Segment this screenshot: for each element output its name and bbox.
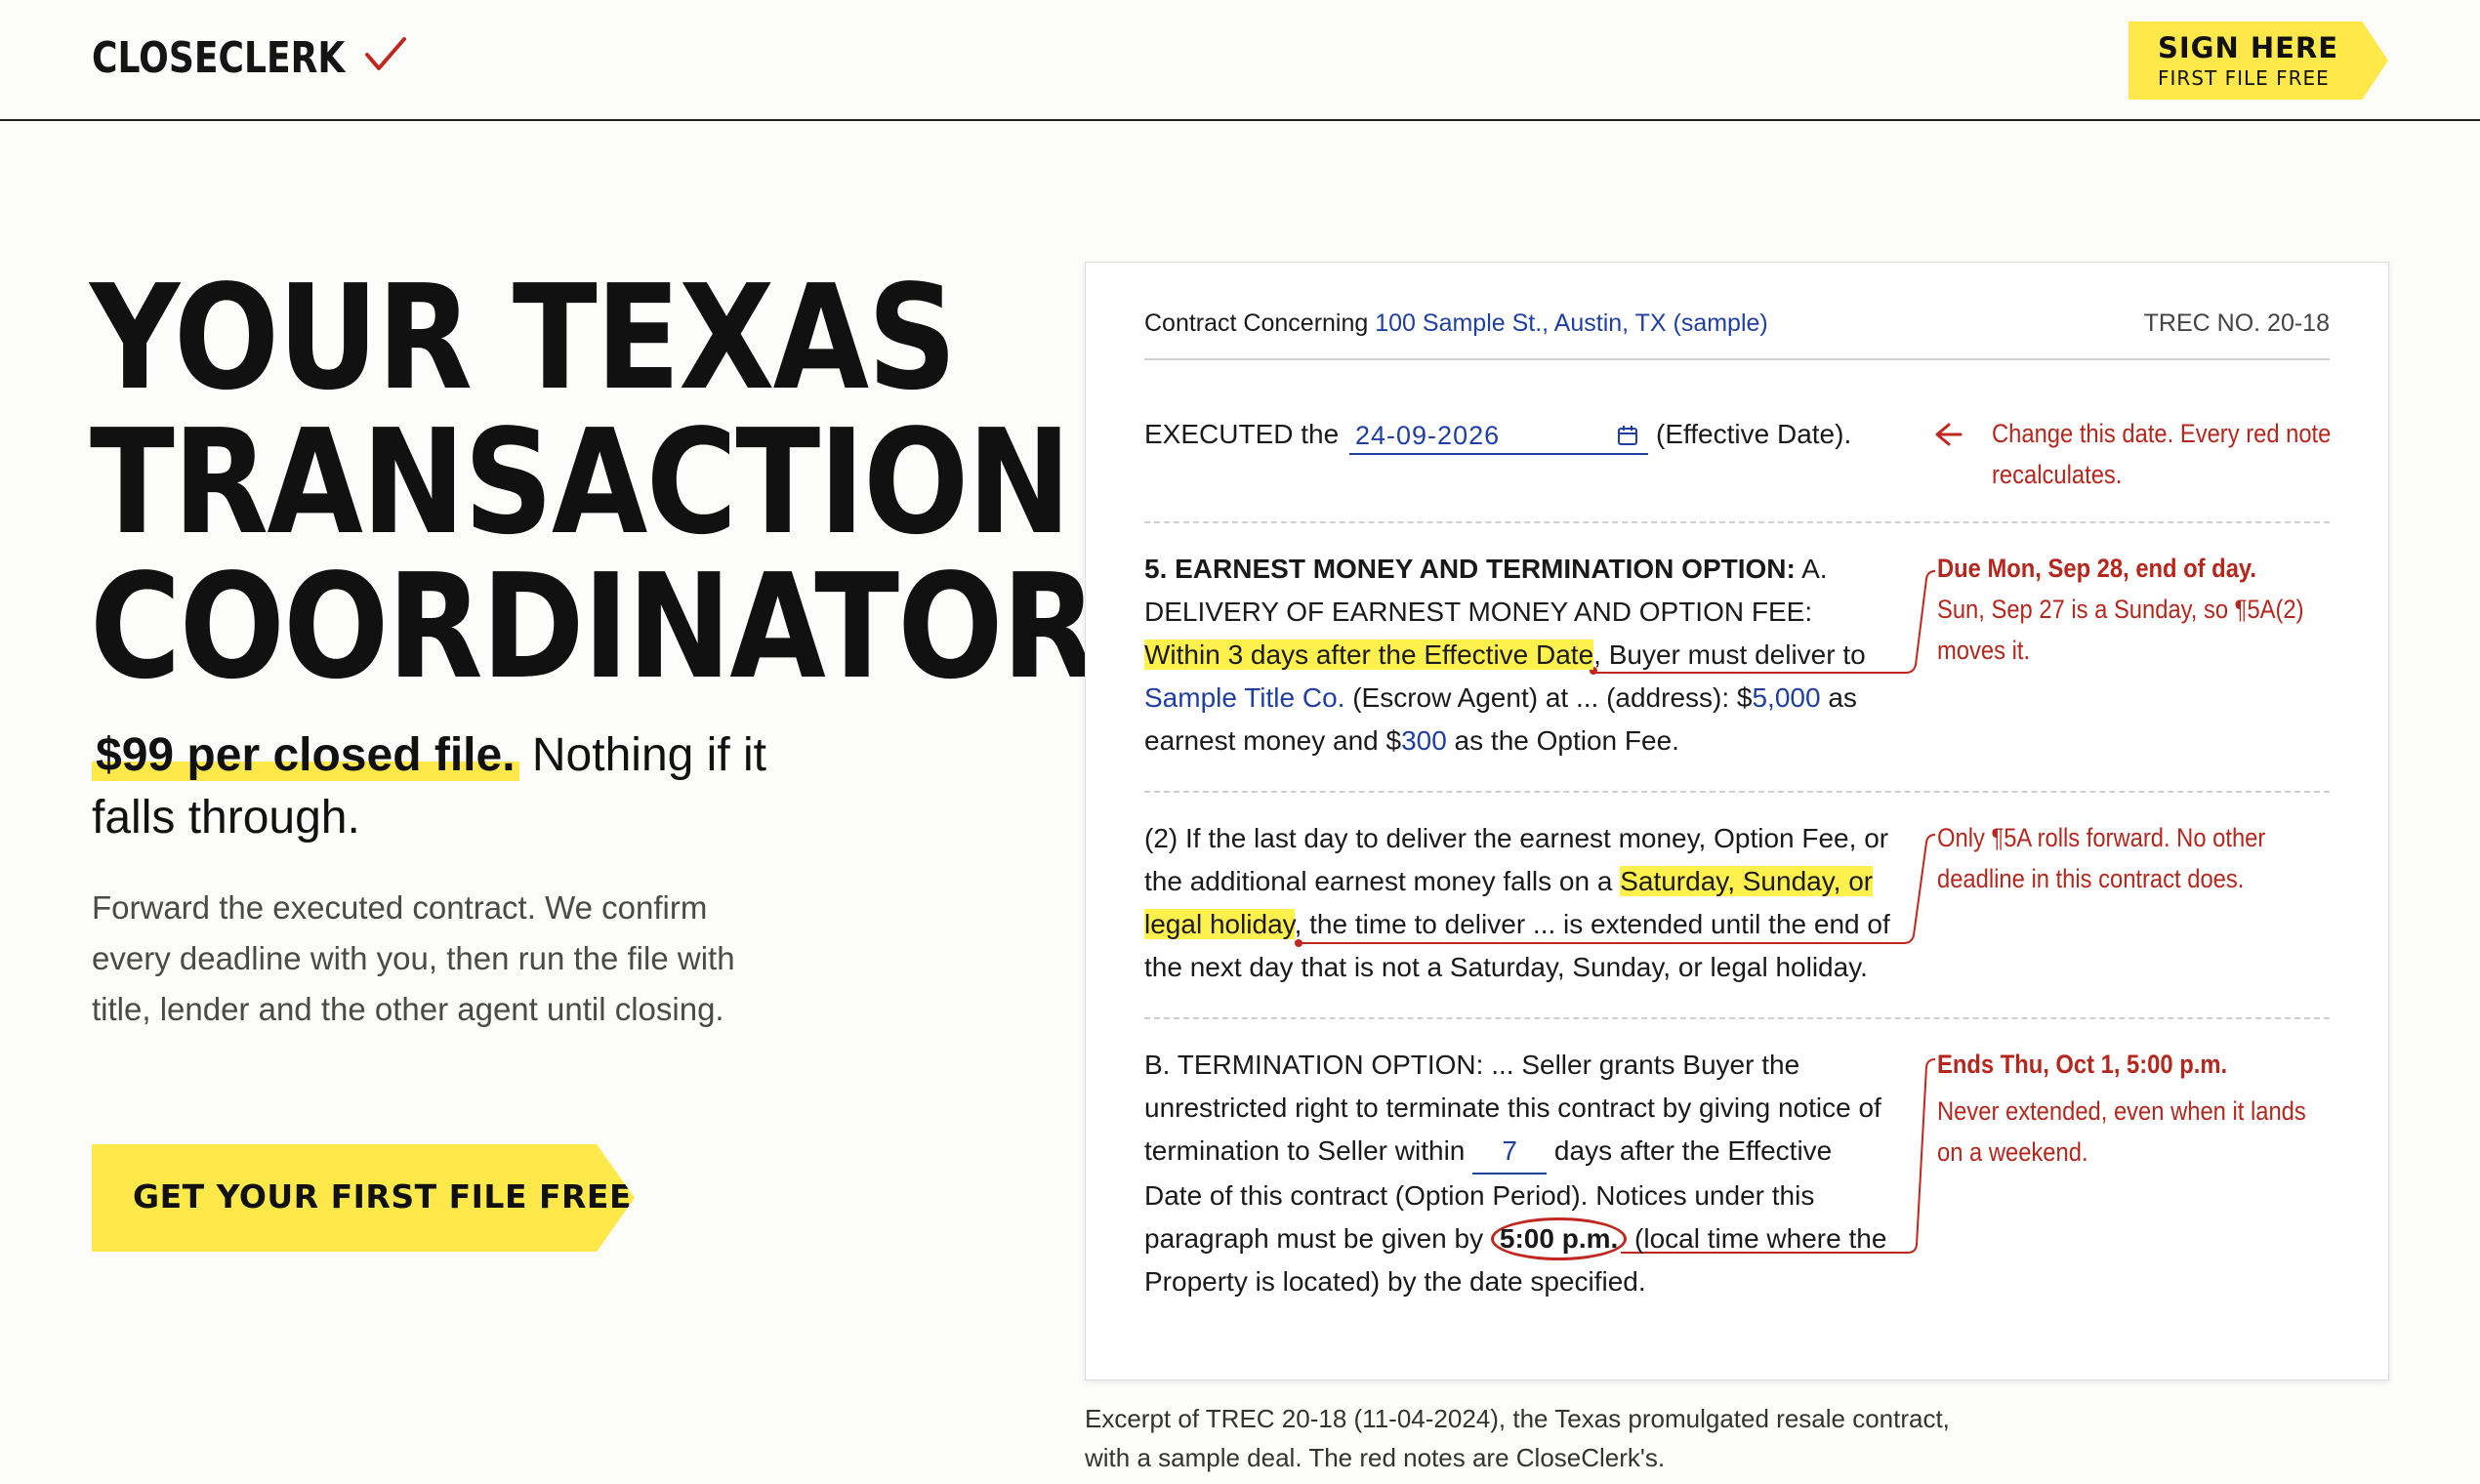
- headline-line: TRANSACTION: [90, 398, 1071, 566]
- term-text: (local time where the: [1627, 1223, 1887, 1254]
- note-due-detail: Sun, Sep 27 is a Sunday, so ¶5A(2) moves…: [1937, 595, 2304, 665]
- note-only-5a: Only ¶5A rolls forward. No other deadlin…: [1937, 823, 2266, 893]
- logo[interactable]: CLOSECLERK: [92, 33, 345, 83]
- term-text: paragraph must be given by: [1144, 1223, 1491, 1254]
- weekend-highlight: Saturday, Sunday, or: [1620, 866, 1874, 896]
- note-ends-bold: Ends Thu, Oct 1, 5:00 p.m.: [1937, 1050, 2228, 1079]
- earnest-amount: 5,000: [1752, 682, 1821, 713]
- sign-here-label: SIGN HERE: [2158, 31, 2339, 64]
- term-line: unrestricted right to terminate this con…: [1144, 1092, 1881, 1123]
- option-fee-text: as the Option Fee.: [1446, 725, 1679, 756]
- sign-here-sublabel: FIRST FILE FREE: [2158, 66, 2330, 90]
- option-fee-amount: 300: [1401, 725, 1447, 756]
- price-highlight: $99 per closed file.: [92, 729, 519, 781]
- cta-label: GET YOUR FIRST FILE FREE: [133, 1177, 633, 1216]
- note-ends-detail: Never extended, even when it lands on a …: [1937, 1096, 2306, 1167]
- sign-here-button[interactable]: SIGN HERE FIRST FILE FREE: [2129, 21, 2388, 100]
- note-change-date: Change this date. Every red note recalcu…: [1992, 419, 2332, 489]
- header-divider: [1144, 358, 2330, 360]
- section-divider: [1144, 521, 2330, 523]
- calendar-icon[interactable]: [1617, 425, 1638, 446]
- price-statement: $99 per closed file. Nothing if it falls…: [92, 724, 853, 849]
- headline-line: YOUR TEXAS: [90, 254, 957, 422]
- para2-text: the additional earnest money falls on a: [1144, 866, 1621, 896]
- effective-date-input[interactable]: 24-09-2026: [1349, 416, 1648, 455]
- top-bar: CLOSECLERK SIGN HERE FIRST FILE FREE: [0, 0, 2480, 121]
- para2-line: (2) If the last day to deliver the earne…: [1144, 823, 1889, 853]
- deadline-time-circled: 5:00 p.m.: [1490, 1217, 1628, 1260]
- escrow-text: (Escrow Agent) at ... (address): $: [1344, 682, 1753, 713]
- note-due-bold: Due Mon, Sep 28, end of day.: [1937, 554, 2256, 583]
- para2-text: , the time to deliver ... is extended un…: [1294, 909, 1890, 939]
- weekend-extension-paragraph: (2) If the last day to deliver the earne…: [1144, 817, 1925, 989]
- escrow-agent-name: Sample Title Co.: [1144, 682, 1345, 713]
- term-text: termination to Seller within: [1144, 1135, 1473, 1166]
- effective-date-value: 24-09-2026: [1355, 421, 1501, 450]
- section-divider: [1144, 791, 2330, 793]
- within-3-days-highlight: Within 3 days after the Effective Date: [1144, 639, 1594, 670]
- term-line: Date of this contract (Option Period). N…: [1144, 1180, 1815, 1211]
- term-line: Property is located) by the date specifi…: [1144, 1266, 1646, 1297]
- executed-label: EXECUTED the: [1144, 419, 1340, 449]
- earnest-money-paragraph: 5. EARNEST MONEY AND TERMINATION OPTION:…: [1144, 548, 1925, 763]
- headline-line: COORDINATOR: [90, 543, 1097, 711]
- note-due-date: Due Mon, Sep 28, end of day. Sun, Sep 27…: [1937, 548, 2333, 671]
- property-address: 100 Sample St., Austin, TX (sample): [1375, 309, 1768, 337]
- buyer-must-deliver: , Buyer must deliver to: [1593, 639, 1866, 670]
- contract-concerning: Contract Concerning 100 Sample St., Aust…: [1144, 302, 1768, 345]
- term-text: days after the Effective: [1547, 1135, 1833, 1166]
- effective-date-suffix: (Effective Date).: [1656, 419, 1852, 449]
- as-text: as: [1820, 682, 1857, 713]
- para2-line: the next day that is not a Saturday, Sun…: [1144, 952, 1868, 982]
- option-days-input[interactable]: 7: [1472, 1130, 1548, 1175]
- checkmark-icon: [365, 37, 406, 70]
- section-5-heading: 5. EARNEST MONEY AND TERMINATION OPTION:: [1144, 554, 1796, 584]
- form-number: TREC NO. 20-18: [2143, 309, 2330, 337]
- get-first-file-free-button[interactable]: GET YOUR FIRST FILE FREE: [92, 1144, 635, 1252]
- section-divider: [1144, 1017, 2330, 1019]
- term-line: B. TERMINATION OPTION: ... Seller grants…: [1144, 1050, 1800, 1080]
- holiday-highlight: legal holiday: [1144, 909, 1295, 939]
- hero-description: Forward the executed contract. We confir…: [92, 889, 735, 1027]
- excerpt-caption: Excerpt of TREC 20-18 (11-04-2024), the …: [1085, 1404, 1950, 1472]
- termination-option-paragraph: B. TERMINATION OPTION: ... Seller grants…: [1144, 1044, 1925, 1303]
- earnest-money-text: earnest money and $: [1144, 725, 1402, 756]
- contract-excerpt-card: Contract Concerning 100 Sample St., Aust…: [1085, 262, 2389, 1381]
- note-option-end: Ends Thu, Oct 1, 5:00 p.m. Never extende…: [1937, 1044, 2333, 1173]
- hero-headline: YOUR TEXAS TRANSACTION COORDINATOR: [90, 254, 1097, 711]
- concerning-label: Contract Concerning: [1144, 309, 1376, 337]
